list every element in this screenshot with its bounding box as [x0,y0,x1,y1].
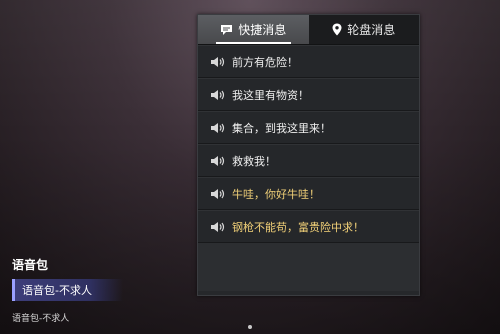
speaker-icon [211,56,225,67]
voice-pack-title: 语音包 [12,258,49,272]
message-text: 牛哇，你好牛哇！ [232,187,320,201]
message-text: 集合，到我这里来！ [232,121,331,135]
message-item[interactable]: 救救我！ [198,144,419,177]
voice-pack-selected[interactable]: 语音包-不求人 [12,279,123,301]
message-text: 我这里有物资！ [232,88,309,102]
message-item[interactable]: 钢枪不能苟，富贵险中求！ [198,210,419,243]
page-indicator-dot [248,325,252,329]
message-list: 前方有危险！ 我这里有物资！ 集合，到我这里来！ 救救我！ 牛哇，你好牛哇！ 钢… [198,45,419,291]
message-text: 钢枪不能苟，富贵险中求！ [232,220,364,234]
message-item[interactable]: 前方有危险！ [198,45,419,78]
message-item[interactable]: 我这里有物资！ [198,78,419,111]
tab-label: 快捷消息 [238,23,287,37]
speaker-icon [211,155,225,166]
speaker-icon [211,89,225,100]
speaker-icon [211,188,225,199]
message-tabs: 快捷消息 轮盘消息 [198,15,419,45]
message-text: 前方有危险！ [232,55,298,69]
quick-message-panel: 快捷消息 轮盘消息 前方有危险！ 我这里有物资！ 集合，到我这里来！ 救救我！ … [197,14,420,296]
chat-bubble-icon [220,24,233,36]
message-text: 救救我！ [232,154,276,168]
message-item[interactable]: 牛哇，你好牛哇！ [198,177,419,210]
speaker-icon [211,221,225,232]
speaker-icon [211,122,225,133]
tab-label: 轮盘消息 [347,23,396,37]
tab-wheel-messages[interactable]: 轮盘消息 [308,15,419,44]
message-item[interactable]: 集合，到我这里来！ [198,111,419,144]
map-pin-icon [332,23,342,36]
voice-pack-subtitle: 语音包-不求人 [12,314,70,324]
tab-quick-messages[interactable]: 快捷消息 [198,15,309,44]
empty-list-area [198,243,419,291]
